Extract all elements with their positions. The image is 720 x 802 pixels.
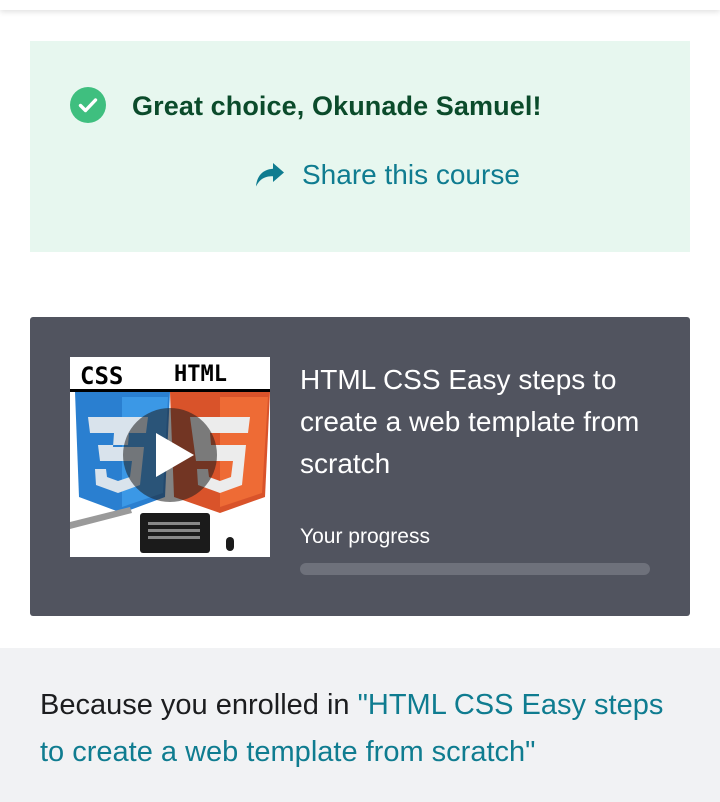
course-title[interactable]: HTML CSS Easy steps to create a web temp…	[300, 359, 670, 485]
share-arrow-icon	[254, 161, 286, 189]
share-course-link[interactable]: Share this course	[254, 155, 520, 195]
progress-bar	[300, 563, 650, 575]
share-label: Share this course	[302, 159, 520, 190]
success-banner: Great choice, Okunade Samuel! Share this…	[30, 41, 690, 252]
course-thumbnail[interactable]: CSS HTML	[70, 357, 270, 557]
thumb-css-text: CSS	[80, 362, 123, 390]
course-card[interactable]: CSS HTML HTML CSS Easy steps to create a…	[30, 317, 690, 616]
recommendation-heading: Because you enrolled in "HTML CSS Easy s…	[40, 682, 690, 776]
success-message: Great choice, Okunade Samuel!	[132, 91, 542, 121]
recommendation-section: Because you enrolled in "HTML CSS Easy s…	[0, 648, 720, 802]
thumb-html-text: HTML	[174, 362, 227, 387]
recommendation-prefix: Because you enrolled in	[40, 689, 358, 721]
check-circle-icon	[70, 87, 106, 123]
top-bar-edge	[0, 0, 720, 10]
progress-label: Your progress	[300, 525, 430, 548]
